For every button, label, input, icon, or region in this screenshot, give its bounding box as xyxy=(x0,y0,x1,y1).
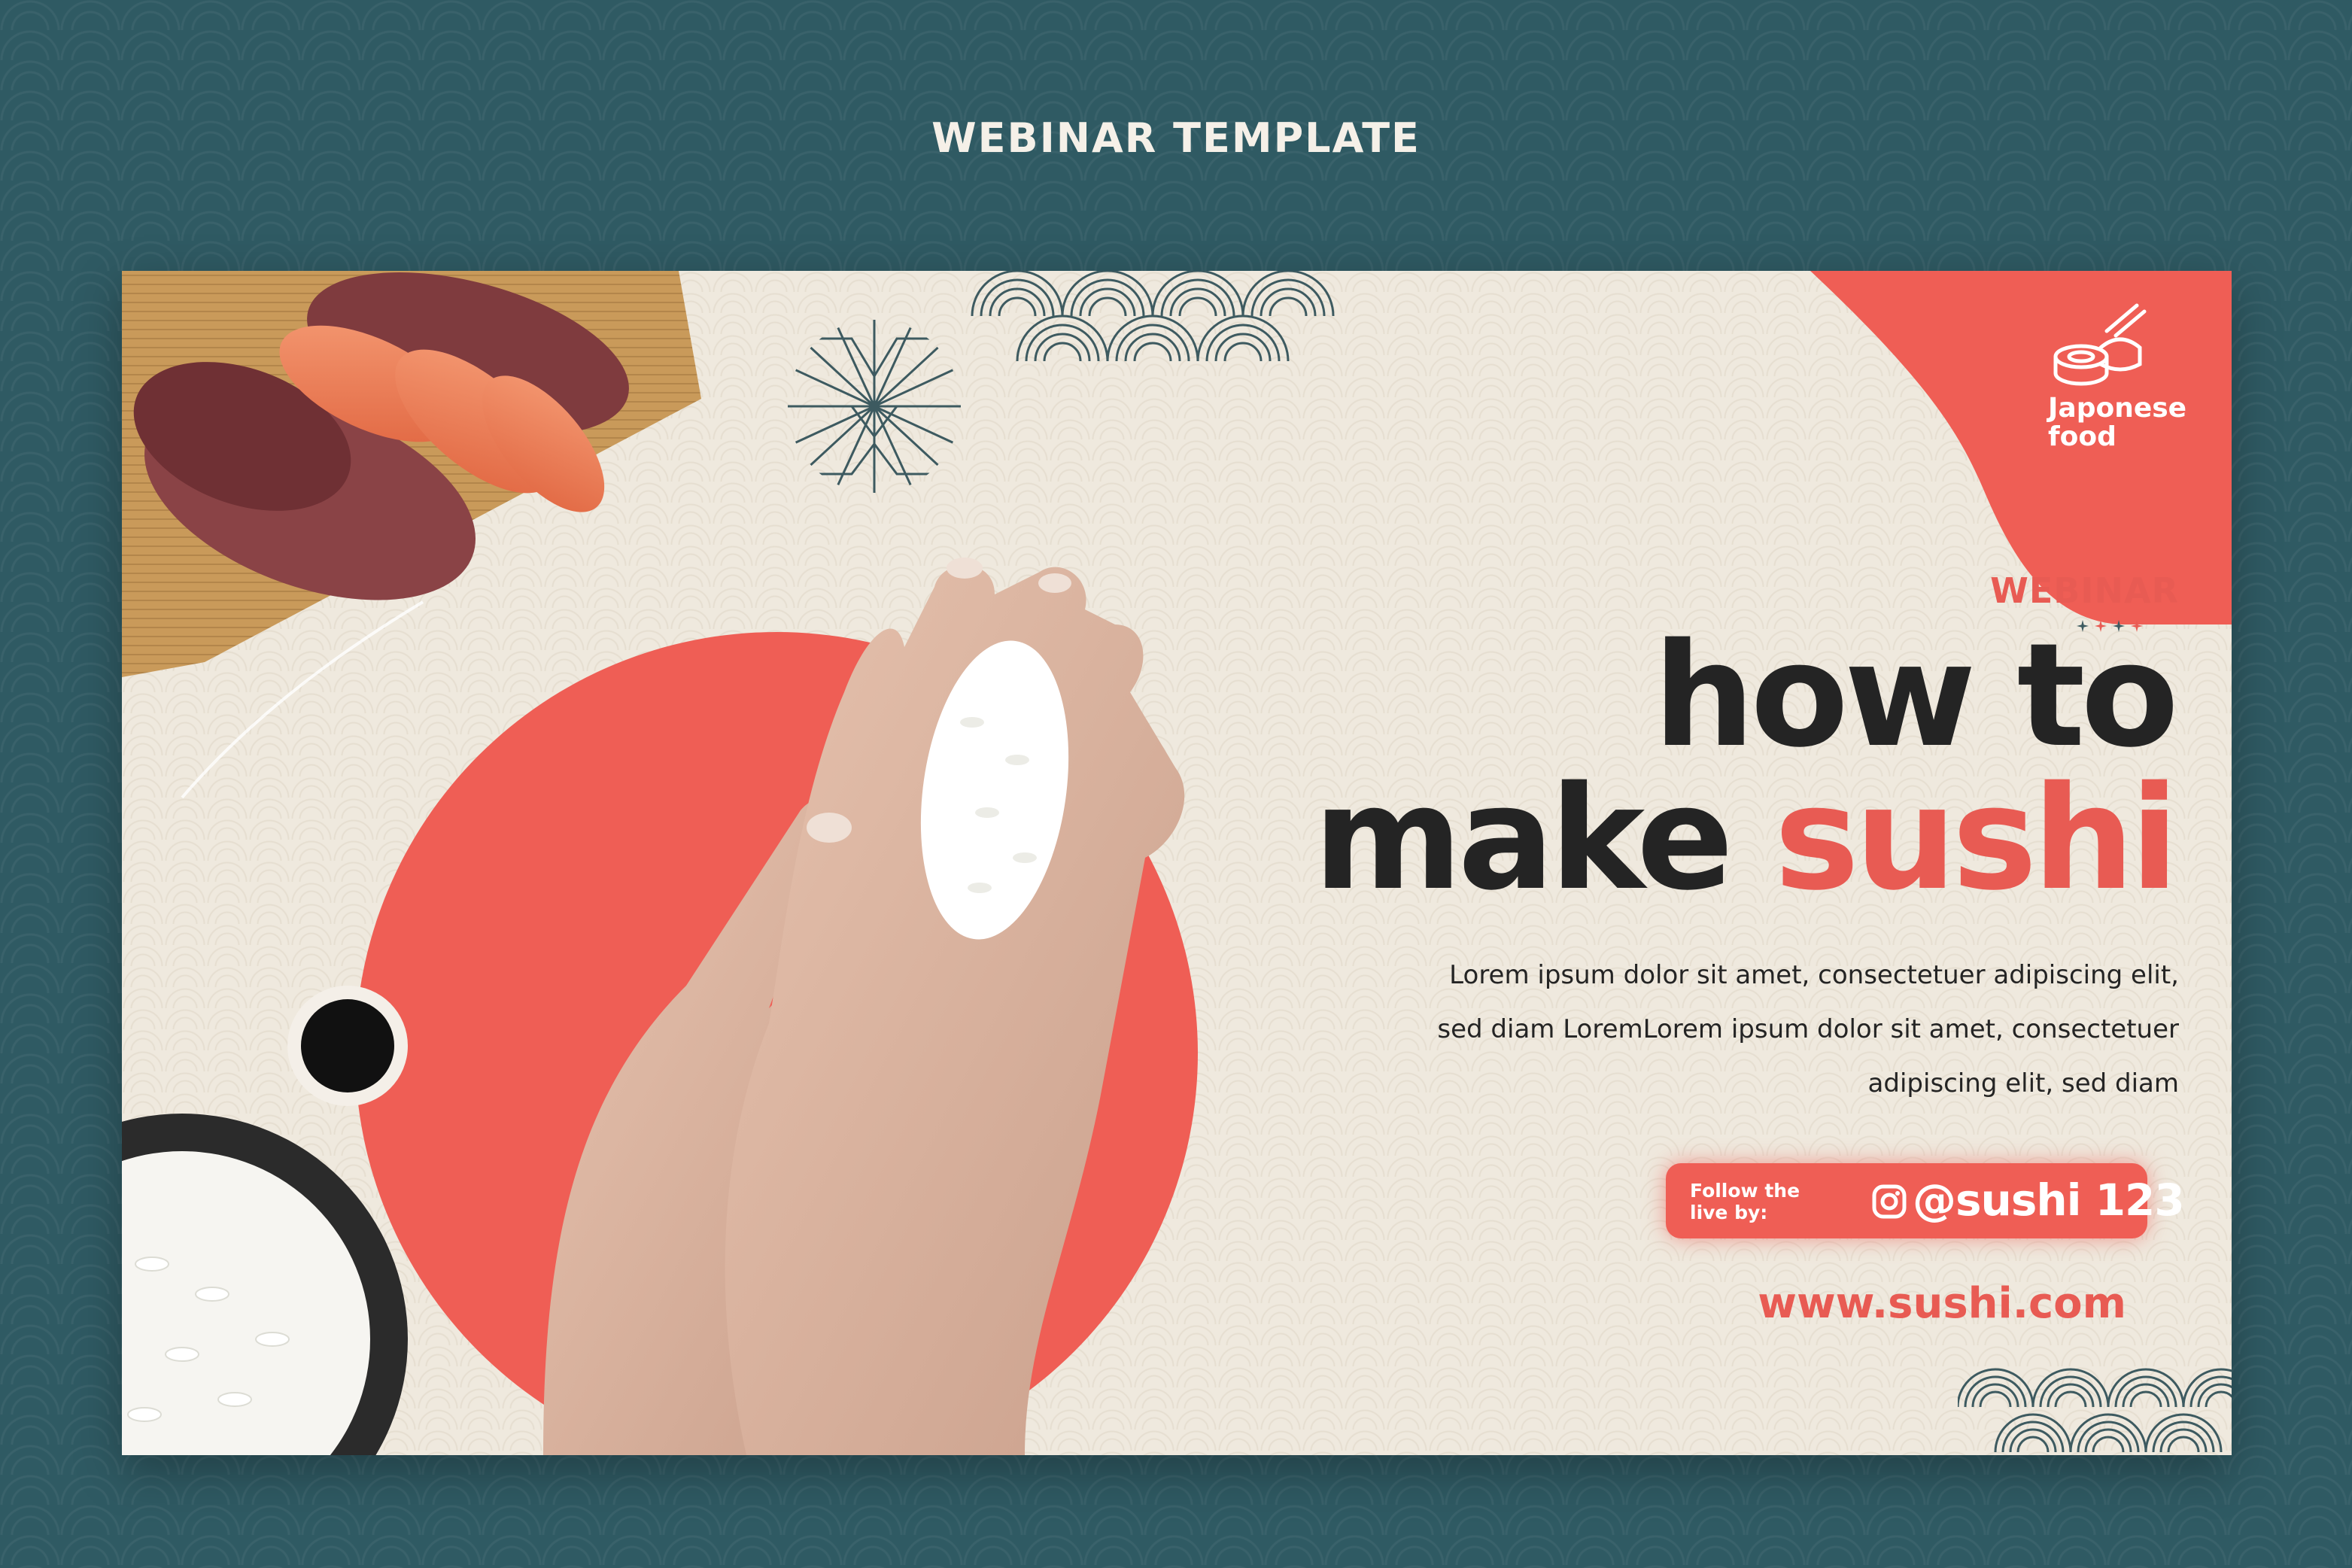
logo-line-2: food xyxy=(2048,421,2116,452)
wave-pattern-decoration xyxy=(1958,1368,2232,1453)
website-link[interactable]: www.sushi.com xyxy=(1758,1279,2126,1328)
webinar-title: how to make sushi xyxy=(1314,612,2179,910)
title-word-main: make xyxy=(1313,755,1734,922)
page-heading: WEBINAR TEMPLATE xyxy=(931,114,1421,162)
description-line-2: sed diam LoremLorem ipsum dolor sit amet… xyxy=(1437,1014,2179,1044)
eyebrow-label: WEBINAR xyxy=(1990,570,2179,611)
title-word-accent: sushi xyxy=(1774,755,2179,922)
social-handle[interactable]: @sushi 123 xyxy=(1913,1175,2185,1225)
webinar-card: Japonese food WEBINAR how to make sushi … xyxy=(122,271,2232,1455)
sushi-photo-illustration xyxy=(122,271,1335,1455)
title-line-2: make sushi xyxy=(1314,767,2179,910)
description-line-1: Lorem ipsum dolor sit amet, consectetuer… xyxy=(1449,960,2179,990)
follow-label-line-2: live by: xyxy=(1690,1202,1768,1223)
title-line-1: how to xyxy=(1653,612,2179,779)
description: Lorem ipsum dolor sit amet, consectetuer… xyxy=(1351,948,2179,1111)
follow-badge[interactable]: Follow the live by: @sushi 123 xyxy=(1666,1163,2185,1238)
description-line-3: adipiscing elit, sed diam xyxy=(1867,1068,2179,1099)
follow-label: Follow the live by: xyxy=(1690,1180,1800,1223)
logo-line-1: Japonese xyxy=(2048,393,2187,424)
sushi-logo-icon xyxy=(2053,303,2147,386)
follow-label-line-1: Follow the xyxy=(1690,1180,1800,1202)
instagram-icon xyxy=(1872,1184,1907,1219)
brand-logo: Japonese food xyxy=(2048,301,2214,451)
